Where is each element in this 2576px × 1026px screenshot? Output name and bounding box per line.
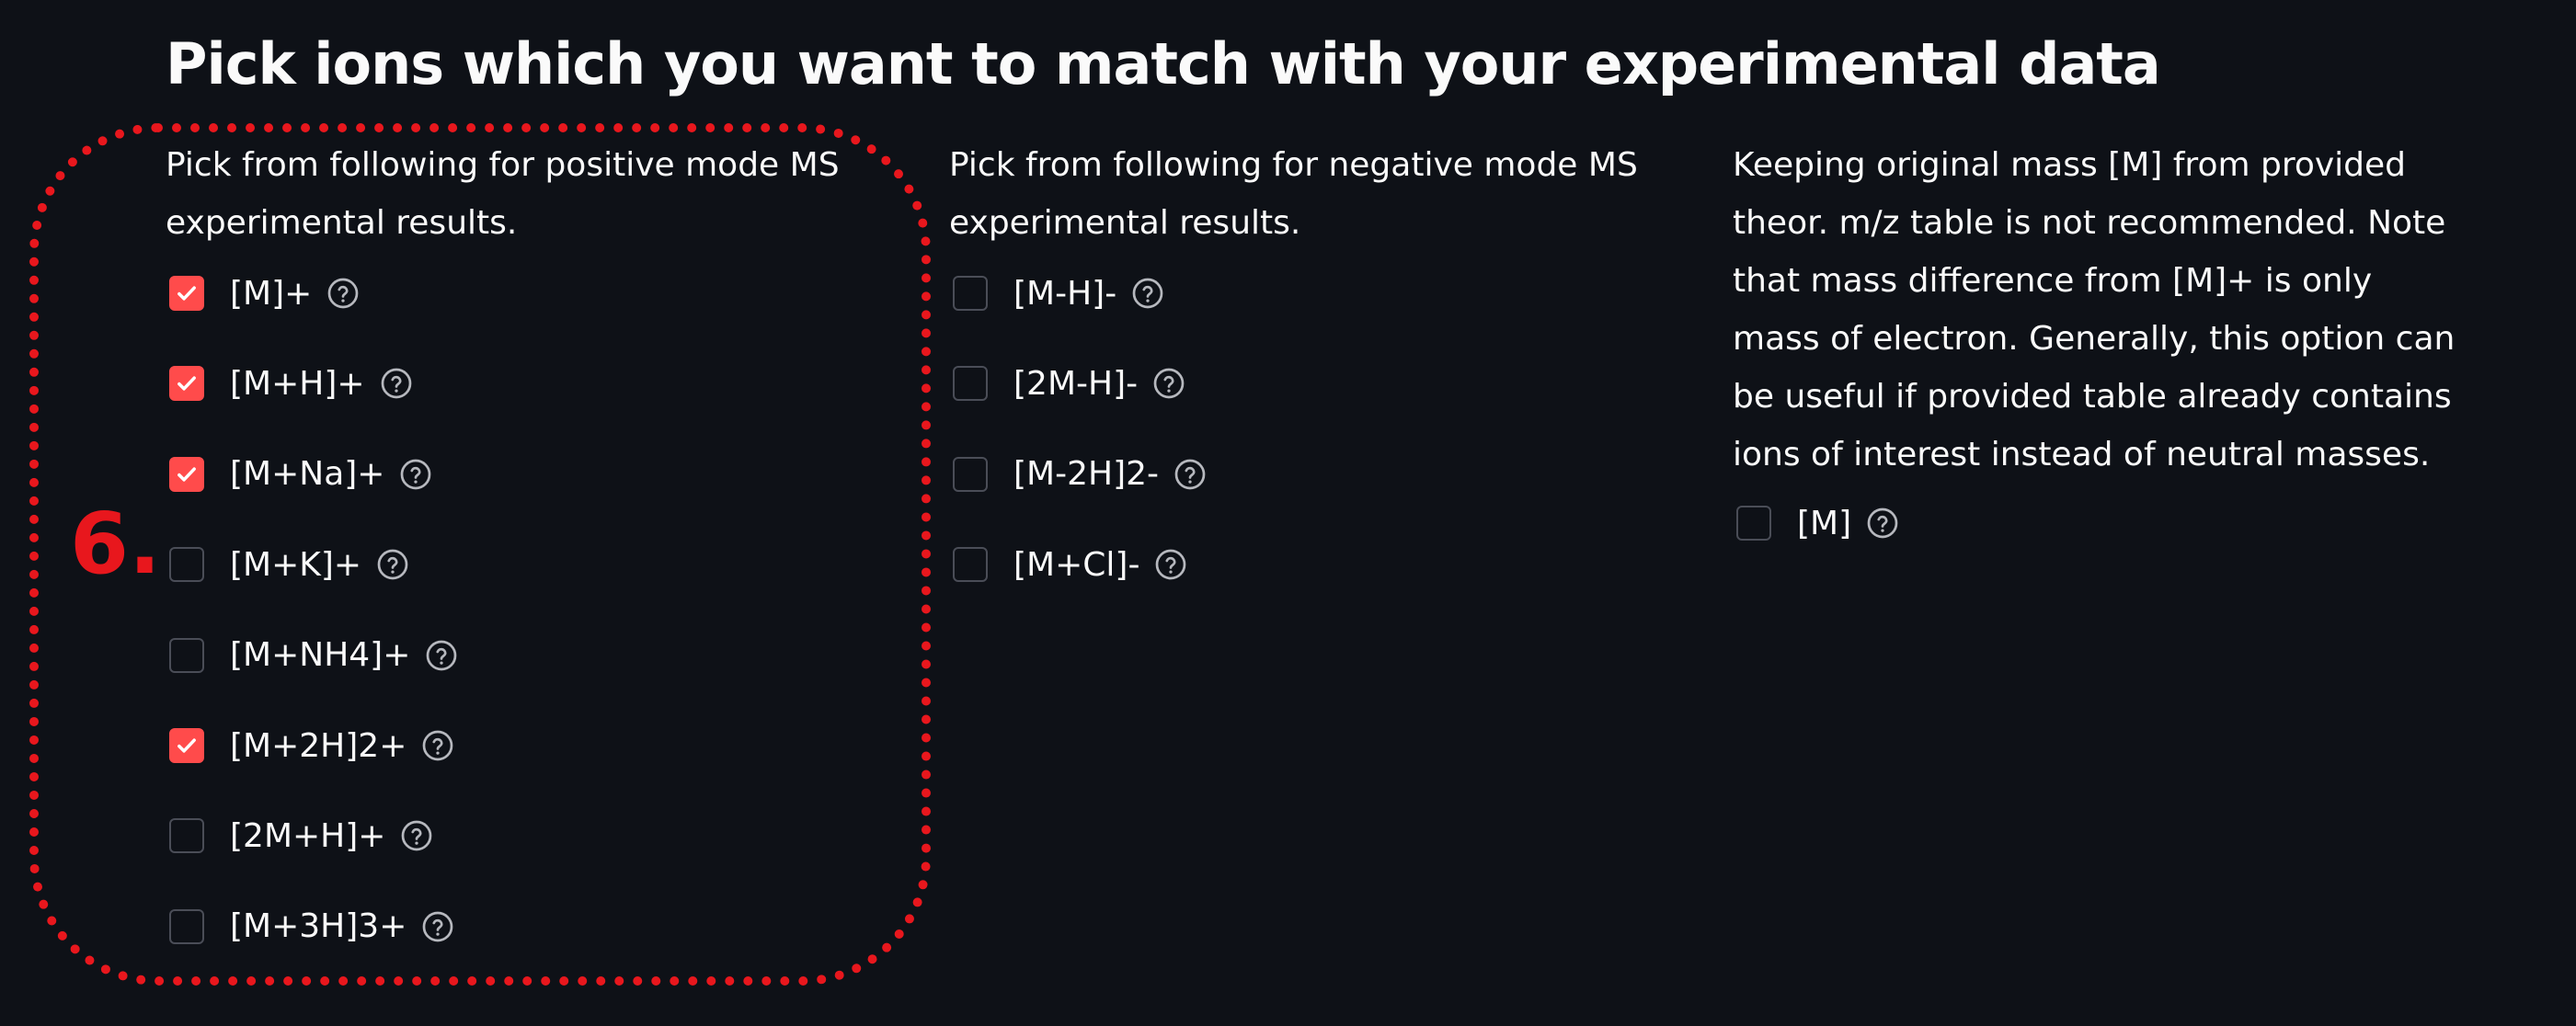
option-label: [2M+H]+ (230, 816, 386, 855)
checkbox[interactable] (169, 547, 204, 583)
help-circle-icon[interactable] (326, 277, 360, 310)
help-circle-icon[interactable] (1174, 458, 1207, 491)
checkbox[interactable] (953, 276, 988, 311)
help-circle-icon[interactable] (376, 548, 409, 581)
keep-mass-description: Keeping original mass [M] from provided … (1733, 146, 2456, 473)
positive-mode-description: Pick from following for positive mode MS… (166, 146, 840, 242)
check-icon (177, 738, 196, 753)
negative-mode-option[interactable]: [M-H]- (953, 273, 1164, 314)
option-label: [M+3H]3+ (230, 907, 407, 946)
page-title: Pick ions which you want to match with y… (166, 30, 2161, 97)
option-label: [M+2H]2+ (230, 726, 407, 765)
check-icon (177, 286, 196, 301)
annotation-dotted-outline (29, 123, 931, 986)
checkbox[interactable] (169, 908, 204, 944)
option-label: [M+Cl]- (1013, 545, 1140, 584)
option-label: [M-H]- (1013, 274, 1117, 313)
option-label: [M] (1797, 504, 1852, 542)
help-circle-icon[interactable] (380, 367, 413, 400)
option-label: [M+H]+ (230, 364, 365, 403)
positive-mode-option[interactable]: [M+3H]3+ (169, 906, 454, 947)
help-circle-icon[interactable] (425, 639, 458, 672)
annotation-number: 6. (70, 495, 161, 593)
checkbox[interactable] (953, 456, 988, 492)
negative-mode-option[interactable]: [M+Cl]- (953, 544, 1187, 585)
help-circle-icon[interactable] (1131, 277, 1164, 310)
positive-mode-option[interactable]: [M]+ (169, 273, 360, 314)
negative-mode-column: Pick from following for negative mode MS… (949, 136, 1666, 584)
negative-mode-description: Pick from following for negative mode MS… (949, 146, 1638, 242)
negative-mode-option[interactable]: [2M-H]- (953, 363, 1185, 404)
checkbox[interactable] (1736, 506, 1771, 541)
keep-mass-column: Keeping original mass [M] from provided … (1733, 136, 2468, 542)
help-circle-icon[interactable] (1152, 367, 1185, 400)
positive-mode-option[interactable]: [M+H]+ (169, 363, 413, 404)
help-circle-icon[interactable] (421, 729, 454, 762)
checkbox[interactable] (169, 728, 204, 763)
checkbox[interactable] (953, 366, 988, 402)
option-label: [M-2H]2- (1013, 455, 1160, 494)
option-label: [M]+ (230, 274, 313, 313)
positive-mode-option[interactable]: [M+2H]2+ (169, 725, 454, 766)
checkbox[interactable] (169, 366, 204, 402)
option-label: [M+K]+ (230, 545, 362, 584)
negative-mode-option[interactable]: [M-2H]2- (953, 454, 1207, 495)
checkbox[interactable] (169, 637, 204, 673)
positive-mode-option[interactable]: [M+Na]+ (169, 454, 432, 495)
option-label: [2M-H]- (1013, 364, 1139, 403)
positive-mode-column: Pick from following for positive mode MS… (166, 136, 864, 945)
positive-mode-option[interactable]: [M+NH4]+ (169, 635, 458, 676)
help-circle-icon[interactable] (1866, 507, 1899, 540)
option-label: [M+NH4]+ (230, 636, 411, 675)
help-circle-icon[interactable] (399, 458, 432, 491)
help-circle-icon[interactable] (1154, 548, 1187, 581)
help-circle-icon[interactable] (400, 819, 433, 852)
positive-mode-option[interactable]: [M+K]+ (169, 544, 409, 585)
help-circle-icon[interactable] (421, 910, 454, 943)
checkbox[interactable] (169, 276, 204, 311)
option-label: [M+Na]+ (230, 455, 385, 494)
checkbox[interactable] (169, 818, 204, 854)
checkbox[interactable] (169, 456, 204, 492)
keep-mass-option[interactable]: [M] (1736, 503, 1899, 543)
positive-mode-option[interactable]: [2M+H]+ (169, 815, 433, 856)
checkbox[interactable] (953, 547, 988, 583)
check-icon (177, 376, 196, 391)
check-icon (177, 467, 196, 482)
